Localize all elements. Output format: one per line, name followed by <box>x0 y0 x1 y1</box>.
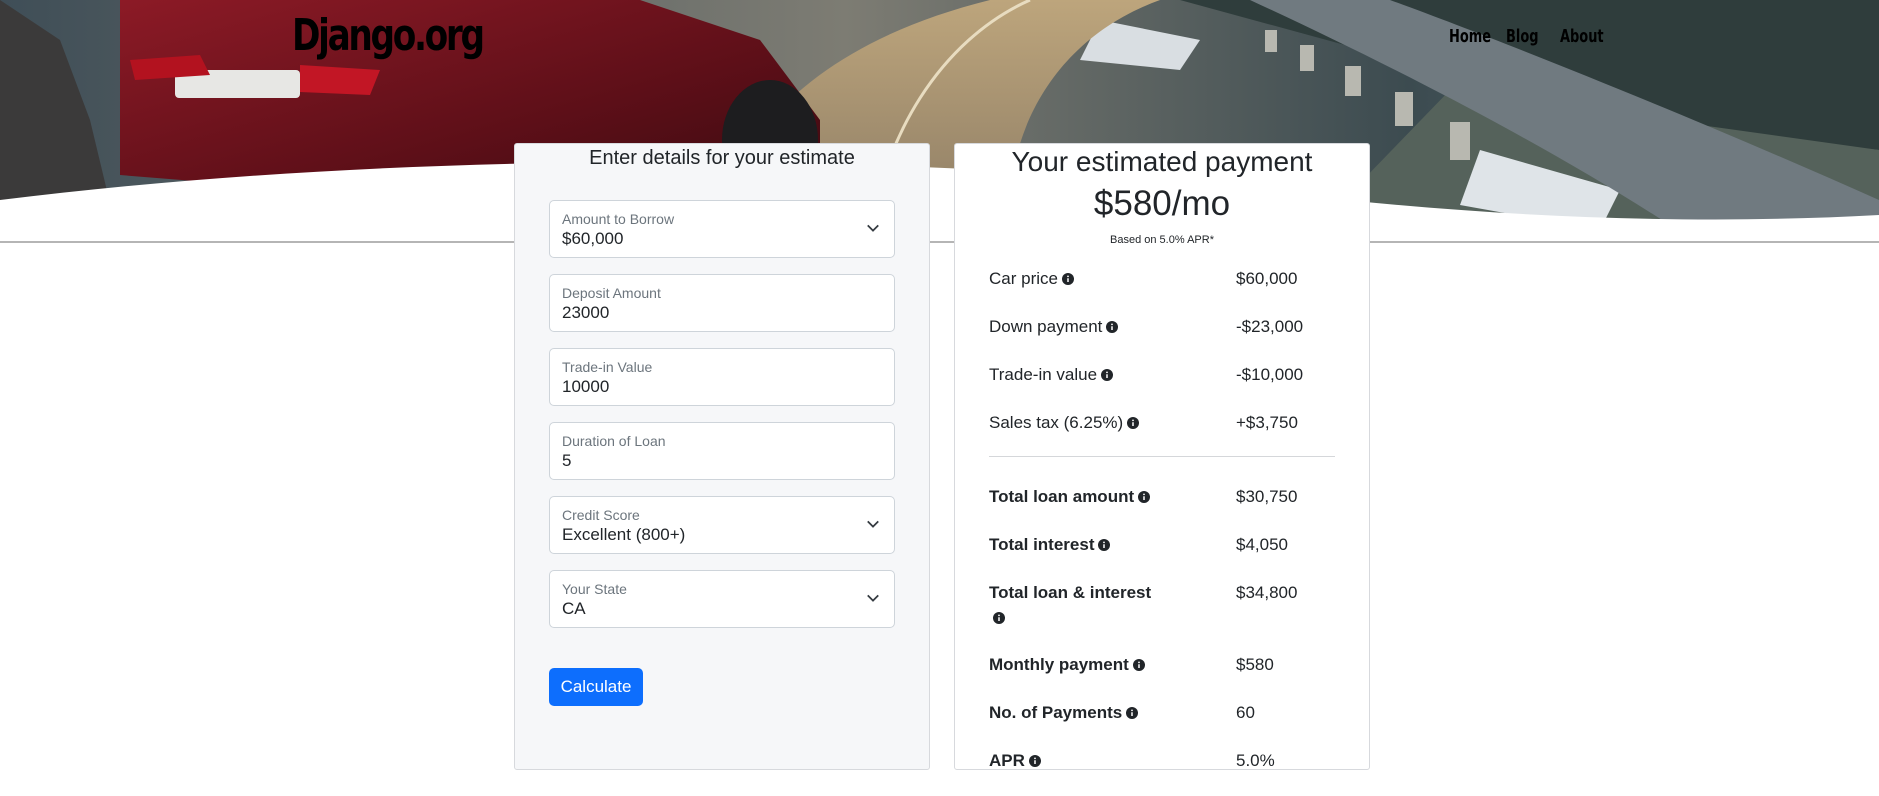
row-label-total-interest: Total interest <box>989 532 1159 557</box>
nav-about-link[interactable]: About <box>1560 26 1604 47</box>
deposit-amount-input[interactable]: Deposit Amount 23000 <box>549 274 895 332</box>
row-label-text: Total loan amount <box>989 487 1135 506</box>
field-value: 10000 <box>562 377 610 396</box>
row-label-no-of-payments: No. of Payments <box>989 700 1159 725</box>
estimate-form-card: Enter details for your estimate Amount t… <box>514 143 930 770</box>
field-label: Deposit Amount <box>562 285 661 301</box>
estimate-result-card: Your estimated payment $580/mo Based on … <box>954 143 1370 770</box>
loan-duration-input[interactable]: Duration of Loan 5 <box>549 422 895 480</box>
row-value-down-payment: -$23,000 <box>1236 317 1304 336</box>
form-title: Enter details for your estimate <box>589 147 855 169</box>
field-value: Excellent (800+) <box>562 525 686 544</box>
monthly-amount: $580/mo <box>1093 184 1231 223</box>
field-label: Your State <box>562 581 627 597</box>
info-circle-icon[interactable] <box>1061 267 1074 285</box>
info-circle-icon[interactable] <box>1106 315 1119 333</box>
row-label-total-loan-amount: Total loan amount <box>989 484 1159 509</box>
row-label-text: Total loan & interest <box>989 583 1152 602</box>
info-circle-icon[interactable] <box>993 606 1005 624</box>
info-circle-icon[interactable] <box>1028 749 1041 767</box>
field-label: Amount to Borrow <box>562 211 675 227</box>
row-value-total-loan-amount: $30,750 <box>1236 487 1298 506</box>
row-label-total-loan-interest: Total loan & interest <box>989 580 1159 630</box>
row-value-trade-in-value: -$10,000 <box>1236 365 1304 384</box>
nav-blog-link[interactable]: Blog <box>1506 26 1539 47</box>
info-circle-icon[interactable] <box>1126 701 1139 719</box>
trade-in-value-input[interactable]: Trade-in Value 10000 <box>549 348 895 406</box>
row-value-no-of-payments: 60 <box>1236 703 1255 722</box>
info-circle-icon[interactable] <box>1098 533 1111 551</box>
row-value-total-loan-interest: $34,800 <box>1236 583 1298 602</box>
row-label-text: Sales tax (6.25%) <box>989 413 1124 432</box>
row-value-monthly-payment: $580 <box>1236 655 1274 674</box>
row-label-text: Total interest <box>989 535 1095 554</box>
row-label-text: Trade-in value <box>989 365 1098 384</box>
result-title: Your estimated payment <box>1011 146 1313 177</box>
field-value: CA <box>562 599 586 618</box>
row-label-monthly-payment: Monthly payment <box>989 652 1159 677</box>
field-label: Duration of Loan <box>562 433 666 449</box>
row-value-sales-tax-6-25: +$3,750 <box>1236 413 1298 432</box>
row-label-text: Monthly payment <box>989 655 1129 674</box>
chevron-down-icon <box>867 594 879 602</box>
row-label-text: APR <box>989 751 1025 770</box>
row-label-text: Down payment <box>989 317 1103 336</box>
field-value: 5 <box>562 451 572 470</box>
row-label-car-price: Car price <box>989 266 1159 291</box>
top-nav: Home Blog About <box>1449 26 1607 47</box>
nav-home-link[interactable]: Home <box>1449 26 1491 47</box>
info-circle-icon[interactable] <box>1127 411 1140 429</box>
field-value: 23000 <box>562 303 610 322</box>
row-value-car-price: $60,000 <box>1236 269 1298 288</box>
info-circle-icon[interactable] <box>1138 485 1151 503</box>
row-label-down-payment: Down payment <box>989 314 1159 339</box>
chevron-down-icon <box>867 520 879 528</box>
field-label: Trade-in Value <box>562 359 653 375</box>
brand-logo[interactable]: Django.org <box>292 10 485 61</box>
row-label-apr: APR <box>989 748 1159 770</box>
row-label-trade-in-value: Trade-in value <box>989 362 1159 387</box>
row-label-text: No. of Payments <box>989 703 1123 722</box>
info-circle-icon[interactable] <box>1101 363 1114 381</box>
chevron-down-icon <box>867 224 879 232</box>
row-label-text: Car price <box>989 269 1058 288</box>
row-value-apr: 5.0% <box>1236 751 1275 770</box>
divider <box>989 456 1335 457</box>
state-select[interactable]: Your State CA <box>549 570 895 628</box>
calculate-button[interactable]: Calculate <box>549 668 643 706</box>
field-value: $60,000 <box>562 229 624 248</box>
field-label: Credit Score <box>562 507 640 523</box>
apr-note: Based on 5.0% APR* <box>1110 234 1214 246</box>
row-value-total-interest: $4,050 <box>1236 535 1288 554</box>
info-circle-icon[interactable] <box>1132 653 1145 671</box>
row-label-sales-tax-6-25: Sales tax (6.25%) <box>989 410 1159 435</box>
credit-score-select[interactable]: Credit Score Excellent (800+) <box>549 496 895 554</box>
amount-to-borrow-select[interactable]: Amount to Borrow $60,000 <box>549 200 895 258</box>
